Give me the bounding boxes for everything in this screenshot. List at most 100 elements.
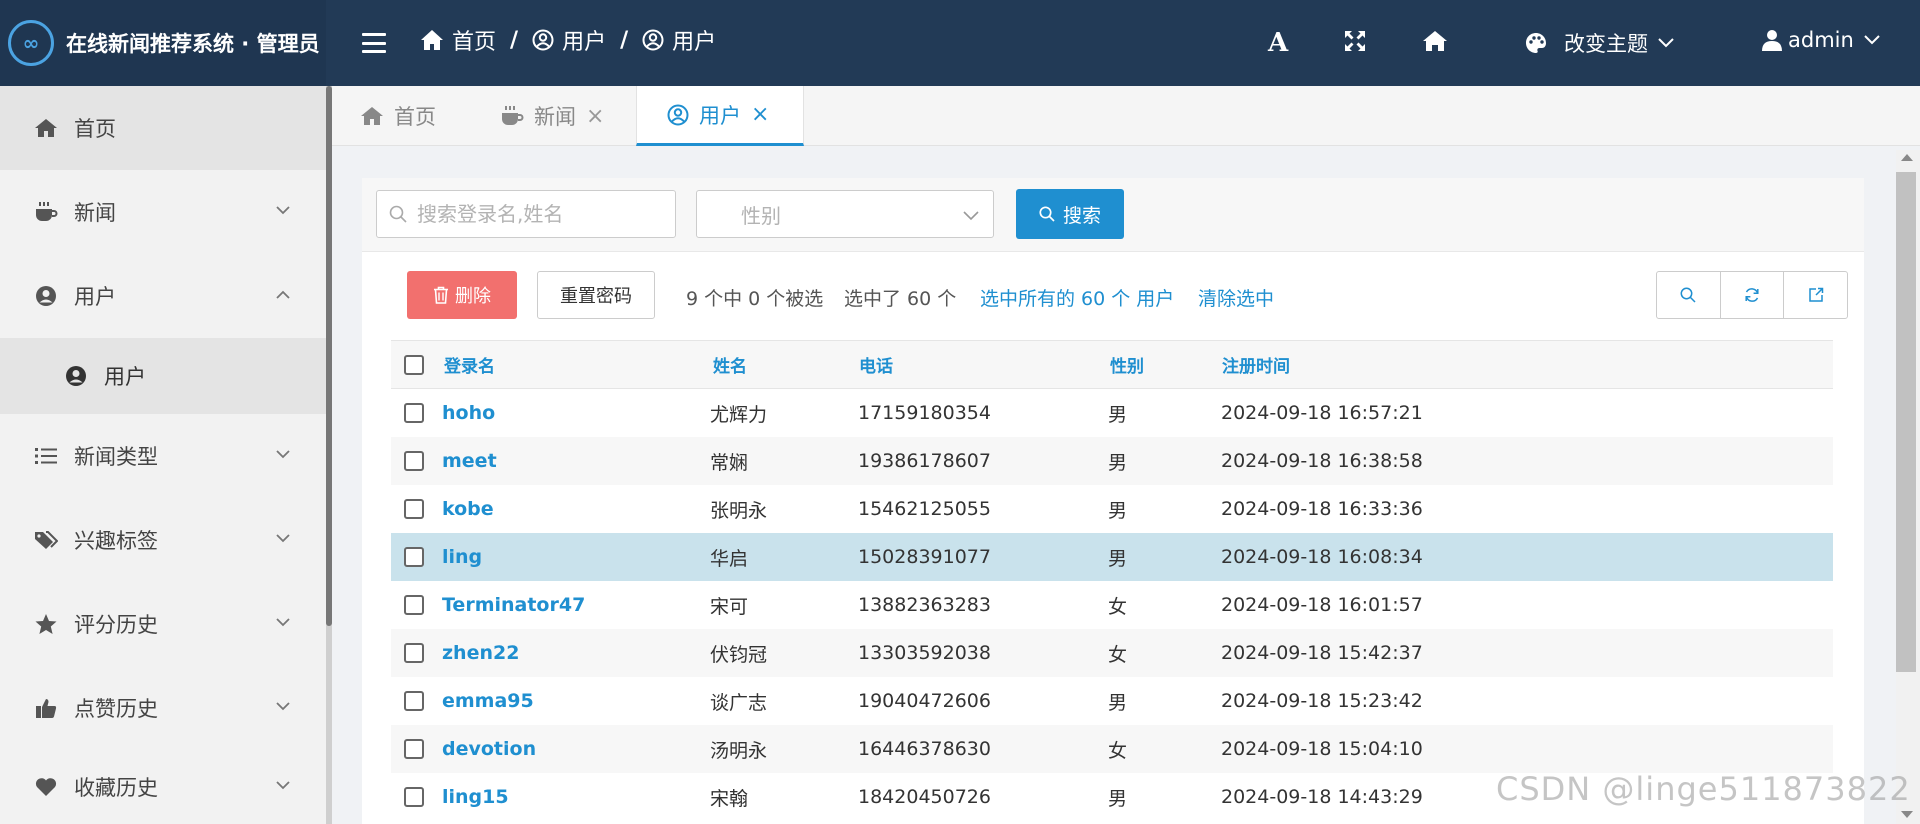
export-icon [1808,287,1823,302]
scroll-up-icon[interactable] [1901,154,1913,161]
sidebar-item-news[interactable]: 新闻 [0,170,326,254]
user-gender: 男 [1108,691,1128,714]
tab-home[interactable]: 首页 [360,86,436,146]
search-button[interactable]: 搜索 [1016,189,1124,239]
chevron-down-icon [276,781,290,790]
sidebar-item-users[interactable]: 用户 [0,254,326,338]
brand[interactable]: ∞ 在线新闻推荐系统 · 管理员 [0,0,326,86]
row-checkbox[interactable] [404,739,424,759]
user-login-link[interactable]: ling [442,533,482,581]
user-name: 谈广志 [710,691,768,714]
breadcrumb-home[interactable]: 首页 [420,24,496,56]
row-checkbox[interactable] [404,643,424,663]
row-checkbox[interactable] [404,499,424,519]
search-field[interactable] [376,190,676,238]
refresh-button[interactable] [1721,272,1785,318]
clear-selection-link[interactable]: 清除选中 [1198,284,1274,311]
app-title: 在线新闻推荐系统 · 管理员 [66,32,320,56]
user-gender: 女 [1108,739,1128,762]
table-row[interactable]: emma95 谈广志 19040472606 男 2024-09-18 15:2… [391,677,1833,725]
menu-toggle-icon[interactable] [362,28,386,58]
breadcrumb-users-menu[interactable]: 用户 [532,24,606,56]
row-checkbox[interactable] [404,547,424,567]
scroll-down-icon[interactable] [1901,811,1913,818]
sidebar-item-rating-history[interactable]: 评分历史 [0,582,326,666]
search-input[interactable] [417,202,667,226]
page-tabs: 首页 新闻 × 用户 × [332,86,1920,146]
sidebar-scrollbar[interactable] [326,86,332,824]
user-login-link[interactable]: emma95 [442,677,534,725]
user-gender: 男 [1108,499,1128,522]
sidebar-subitem-users[interactable]: 用户 [0,338,326,414]
sidebar-item-like-history[interactable]: 点赞历史 [0,666,326,750]
close-icon[interactable]: × [751,102,769,127]
search-icon [1680,287,1696,303]
sidebar-item-home[interactable]: 首页 [0,86,326,170]
table-row[interactable]: kobe 张明永 15462125055 男 2024-09-18 16:33:… [391,485,1833,533]
font-size-icon[interactable]: A [1268,28,1288,58]
row-checkbox[interactable] [404,451,424,471]
column-header-name[interactable]: 姓名 [713,341,747,388]
sidebar-item-favorite-history[interactable]: 收藏历史 [0,750,326,824]
table-row[interactable]: devotion 汤明永 16446378630 女 2024-09-18 15… [391,725,1833,773]
watermark: CSDN @linge511873822 [1496,770,1911,808]
export-button[interactable] [1784,272,1847,318]
user-circle-icon [34,284,58,308]
column-header-phone[interactable]: 电话 [859,341,893,388]
user-login-link[interactable]: Terminator47 [442,581,585,629]
thumbs-up-icon [34,696,58,720]
user-login-link[interactable]: hoho [442,389,495,437]
fullscreen-icon[interactable] [1344,30,1366,52]
tab-users[interactable]: 用户 × [636,86,804,146]
select-all-checkbox[interactable] [404,354,424,375]
user-menu-dropdown[interactable]: admin [1762,28,1880,52]
user-registered: 2024-09-18 16:01:57 [1221,594,1423,616]
home-icon [421,30,443,50]
column-header-gender[interactable]: 性别 [1110,341,1144,388]
user-login-link[interactable]: kobe [442,485,494,533]
row-checkbox[interactable] [404,787,424,807]
coffee-icon [502,106,524,125]
user-phone: 15028391077 [858,546,991,568]
scroll-thumb[interactable] [1896,172,1916,672]
user-circle-icon [667,104,689,125]
search-icon [1039,206,1055,222]
row-checkbox[interactable] [404,691,424,711]
table-row[interactable]: Terminator47 宋可 13882363283 女 2024-09-18… [391,581,1833,629]
gender-select[interactable]: 性别 [696,190,994,238]
sidebar-item-interest-tags[interactable]: 兴趣标签 [0,498,326,582]
user-phone: 17159180354 [858,402,991,424]
tab-news[interactable]: 新闻 × [500,86,604,146]
delete-button[interactable]: 删除 [407,271,517,319]
select-all-link[interactable]: 选中所有的 60 个 用户 [980,284,1174,311]
user-login-link[interactable]: meet [442,437,497,485]
table-row[interactable]: ling 华启 15028391077 男 2024-09-18 16:08:3… [391,533,1833,581]
row-checkbox[interactable] [404,403,424,423]
table-row[interactable]: zhen22 伏钧冠 13303592038 女 2024-09-18 15:4… [391,629,1833,677]
breadcrumb-users-page: 用户 [642,24,716,56]
heart-icon [34,775,58,799]
column-header-login[interactable]: 登录名 [444,341,495,388]
user-gender: 女 [1108,643,1128,666]
sidebar-item-news-types[interactable]: 新闻类型 [0,414,326,498]
change-theme-dropdown[interactable]: 改变主题 [1524,28,1674,58]
home-icon[interactable] [1422,30,1448,52]
user-phone: 13882363283 [858,594,991,616]
user-gender: 男 [1108,787,1128,810]
main-scrollbar[interactable] [1896,150,1920,824]
selection-count: 9 个中 0 个被选 [686,288,824,310]
table-row[interactable]: meet 常娴 19386178607 男 2024-09-18 16:38:5… [391,437,1833,485]
logo-icon: ∞ [8,20,54,66]
palette-icon [1526,33,1546,53]
row-checkbox[interactable] [404,595,424,615]
user-login-link[interactable]: ling15 [442,773,509,821]
toggle-search-button[interactable] [1657,272,1721,318]
user-login-link[interactable]: devotion [442,725,536,773]
column-header-registered[interactable]: 注册时间 [1222,341,1290,388]
reset-password-button[interactable]: 重置密码 [537,271,655,319]
user-name: 尤辉力 [710,403,768,426]
close-icon[interactable]: × [586,104,604,129]
user-login-link[interactable]: zhen22 [442,629,519,677]
table-row[interactable]: hoho 尤辉力 17159180354 男 2024-09-18 16:57:… [391,389,1833,437]
user-circle-icon [532,29,554,51]
